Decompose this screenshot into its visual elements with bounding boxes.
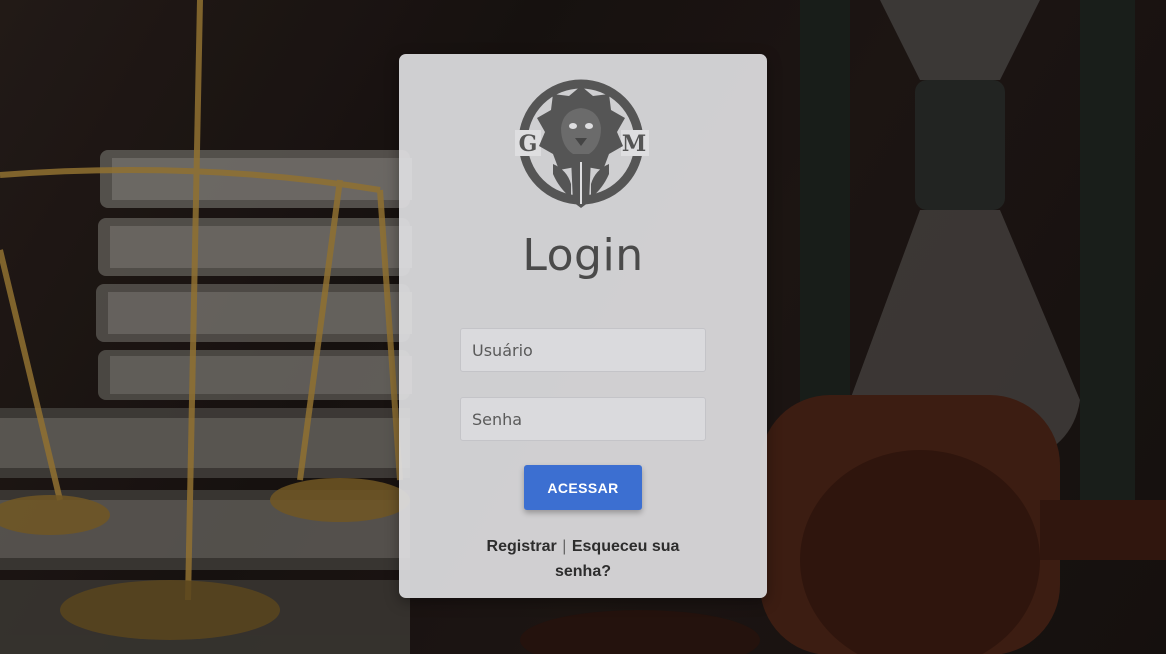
login-card: G M Login ACESSAR Registrar | Esqueceu s… bbox=[399, 54, 767, 598]
password-input[interactable] bbox=[460, 397, 706, 441]
username-input[interactable] bbox=[460, 328, 706, 372]
forgot-password-link[interactable]: Esqueceu sua senha? bbox=[555, 538, 679, 580]
logo-letter-g: G bbox=[519, 131, 538, 157]
auth-links: Registrar | Esqueceu sua senha? bbox=[463, 534, 703, 584]
links-separator: | bbox=[562, 538, 567, 555]
lion-logo-icon: G M bbox=[515, 79, 649, 208]
page-title: Login bbox=[522, 230, 644, 281]
register-link[interactable]: Registrar bbox=[487, 538, 557, 555]
logo-letter-m: M bbox=[622, 131, 646, 157]
login-button[interactable]: ACESSAR bbox=[524, 465, 642, 510]
